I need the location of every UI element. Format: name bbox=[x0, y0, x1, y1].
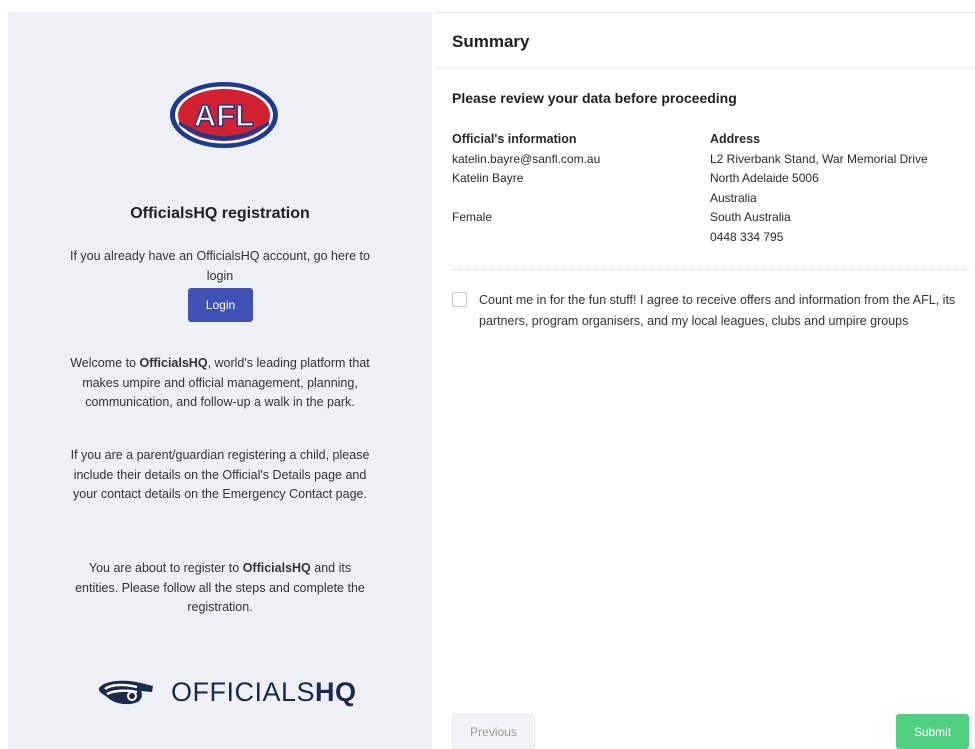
official-email: katelin.bayre@sanfl.com.au bbox=[452, 151, 601, 166]
register-pre: You are about to register to bbox=[88, 561, 243, 575]
officialshq-brand-logo: OFFICIALSHQ bbox=[95, 672, 357, 712]
top-divider bbox=[436, 12, 975, 13]
registration-title: OfficialsHQ registration bbox=[130, 205, 310, 222]
review-heading: Please review your data before proceedin… bbox=[452, 90, 737, 106]
login-button[interactable]: Login bbox=[188, 288, 253, 322]
login-prompt: If you already have an OfficialsHQ accou… bbox=[70, 249, 370, 283]
afl-logo: AFL bbox=[170, 82, 278, 148]
officials-info-heading: Official's information bbox=[452, 132, 577, 146]
consent-label[interactable]: Count me in for the fun stuff! I agree t… bbox=[479, 290, 969, 332]
welcome-text: Welcome to OfficialsHQ, world's leading … bbox=[70, 354, 370, 413]
summary-title: Summary bbox=[452, 32, 530, 51]
officials-info-section: Official's information katelin.bayre@san… bbox=[452, 130, 600, 228]
welcome-brand: OfficialsHQ bbox=[139, 356, 208, 370]
address-phone: 0448 334 795 bbox=[710, 229, 784, 244]
address-line1: L2 Riverbank Stand, War Memorial Drive bbox=[710, 151, 928, 166]
welcome-pre: Welcome to bbox=[70, 356, 140, 370]
address-country: Australia bbox=[710, 190, 757, 205]
header-divider bbox=[436, 68, 975, 69]
consent-checkbox[interactable] bbox=[452, 292, 467, 307]
register-brand: OfficialsHQ bbox=[242, 561, 311, 575]
brand-word-light: OFFICIALS bbox=[171, 676, 316, 707]
register-note: You are about to register to OfficialsHQ… bbox=[70, 559, 370, 618]
address-section: Address L2 Riverbank Stand, War Memorial… bbox=[710, 130, 928, 247]
whistle-icon bbox=[98, 680, 153, 705]
parent-note: If you are a parent/guardian registering… bbox=[70, 448, 370, 501]
registration-info-panel: AFL OfficialsHQ registration If you alre… bbox=[8, 12, 432, 749]
address-heading: Address bbox=[710, 132, 761, 146]
address-line2: North Adelaide 5006 bbox=[710, 171, 819, 185]
official-gender: Female bbox=[452, 210, 493, 224]
official-name: Katelin Bayre bbox=[452, 171, 524, 185]
svg-text:AFL: AFL bbox=[194, 98, 254, 133]
brand-word-bold: HQ bbox=[315, 676, 357, 707]
address-state: South Australia bbox=[710, 210, 791, 224]
submit-button[interactable]: Submit bbox=[896, 714, 969, 749]
brand-wordmark: OFFICIALSHQ bbox=[171, 677, 357, 708]
summary-panel: Summary Please review your data before p… bbox=[436, 12, 975, 749]
section-divider bbox=[452, 269, 970, 270]
previous-button[interactable]: Previous bbox=[452, 714, 535, 749]
